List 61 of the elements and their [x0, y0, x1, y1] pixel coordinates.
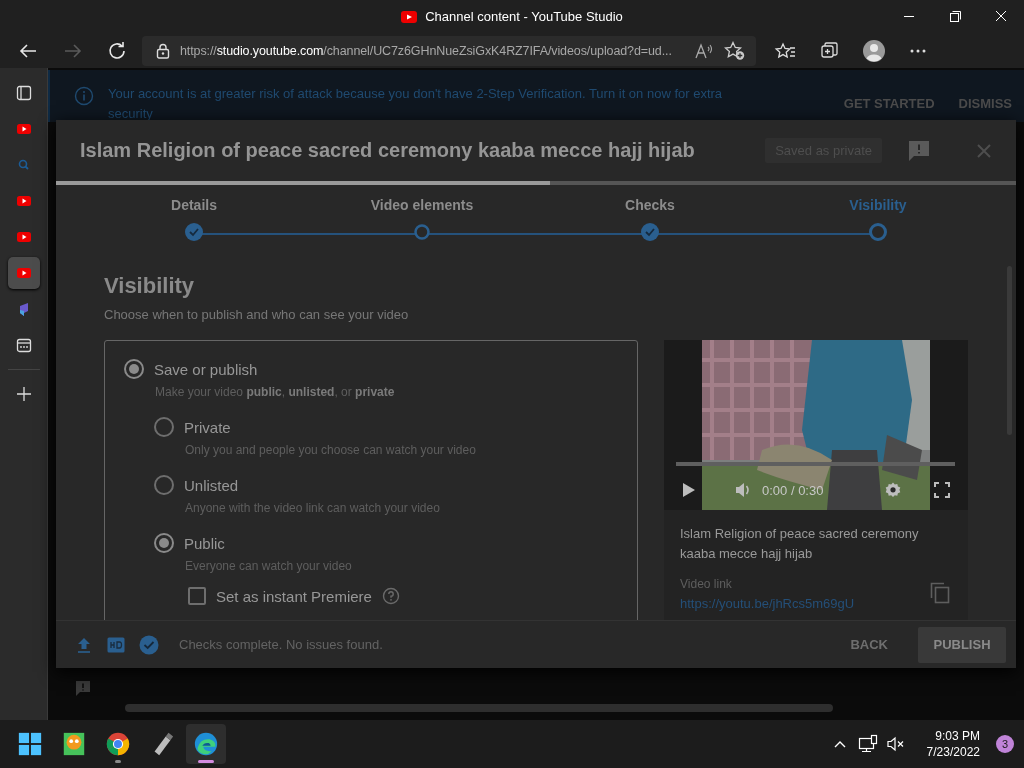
option-label: Public — [184, 534, 225, 552]
read-aloud-icon[interactable] — [694, 41, 714, 60]
video-time: 0:00 / 0:30 — [762, 482, 824, 498]
step-circle-icon[interactable] — [868, 222, 888, 242]
check-circle-icon — [139, 634, 159, 655]
help-icon[interactable] — [381, 587, 400, 605]
window-title: Channel content - YouTube Studio — [425, 9, 623, 24]
banner-message: Your account is at greater risk of attack because you don't have 2-Step Verification. Turn it on now for extra security — [108, 85, 724, 123]
section-subtitle: Choose when to publish and who can see your video — [104, 307, 410, 323]
option-label: Unlisted — [184, 476, 239, 494]
network-icon[interactable] — [856, 733, 879, 755]
tabs-icon — [14, 84, 33, 102]
taskbar-edge-button[interactable] — [186, 724, 226, 764]
chrome-icon — [105, 731, 131, 757]
clock-date: 7/23/2022 — [926, 744, 980, 760]
youtube-icon — [401, 10, 418, 23]
star-add-icon[interactable] — [724, 40, 746, 61]
lock-icon — [156, 42, 170, 59]
notification-badge[interactable]: 3 — [996, 735, 1014, 753]
scrollbar[interactable] — [125, 704, 833, 712]
clock[interactable]: 9:03 PM 7/23/2022 — [926, 728, 980, 760]
step-check-icon[interactable] — [184, 222, 204, 242]
play-icon[interactable] — [682, 482, 696, 498]
feedback-icon[interactable] — [908, 139, 930, 162]
radio-button[interactable] — [154, 417, 174, 437]
volume-icon[interactable] — [734, 481, 752, 499]
option-label: Save or publish — [154, 360, 258, 378]
upload-icon — [75, 635, 93, 654]
link-label: Video link — [680, 576, 733, 592]
info-icon — [74, 86, 94, 106]
section-heading: Visibility — [104, 272, 196, 300]
add-icon — [14, 385, 33, 403]
back-button[interactable]: BACK — [834, 629, 904, 660]
settings-icon[interactable] — [884, 481, 902, 499]
url-text: https://studio.youtube.com/channel/UC7z6GHnNueZsiGxK4RZ7IFA/videos/upload?d=ud... — [180, 43, 673, 58]
fullscreen-icon[interactable] — [934, 482, 950, 498]
radio-button[interactable] — [124, 359, 144, 379]
step-label[interactable]: Details — [171, 196, 217, 214]
video-title: Islam Religion of peace sacred ceremony kaaba mecce hajj hijab — [680, 525, 920, 563]
clock-time: 9:03 PM — [935, 728, 980, 744]
hd-icon — [107, 635, 125, 654]
step-label[interactable]: Visibility — [849, 196, 907, 214]
step-circle-icon[interactable] — [412, 222, 432, 242]
option-label: Private — [184, 418, 231, 436]
character-app-icon — [61, 731, 87, 757]
radio-button[interactable] — [154, 475, 174, 495]
start-icon — [17, 731, 43, 757]
address-bar[interactable]: https://studio.youtube.com/channel/UC7z6GHnNueZsiGxK4RZ7IFA/videos/upload?d=ud... — [142, 35, 756, 66]
edge-icon — [193, 731, 219, 757]
step-label[interactable]: Video elements — [370, 196, 474, 214]
checkbox-label: Set as instant Premiere — [216, 587, 372, 605]
radio-button[interactable] — [154, 533, 174, 553]
checks-status: Checks complete. No issues found. — [179, 637, 383, 652]
checkbox[interactable] — [188, 587, 206, 605]
dialog-title: Islam Religion of peace sacred ceremony kaaba mecce hajj hijab — [80, 139, 696, 162]
sidebar-youtube-button[interactable] — [7, 257, 40, 289]
step-check-icon[interactable] — [640, 222, 660, 242]
copy-icon[interactable] — [930, 582, 950, 604]
step-label[interactable]: Checks — [625, 196, 675, 214]
publish-button[interactable]: PUBLISH — [918, 626, 1006, 663]
calendar-icon — [14, 336, 33, 354]
